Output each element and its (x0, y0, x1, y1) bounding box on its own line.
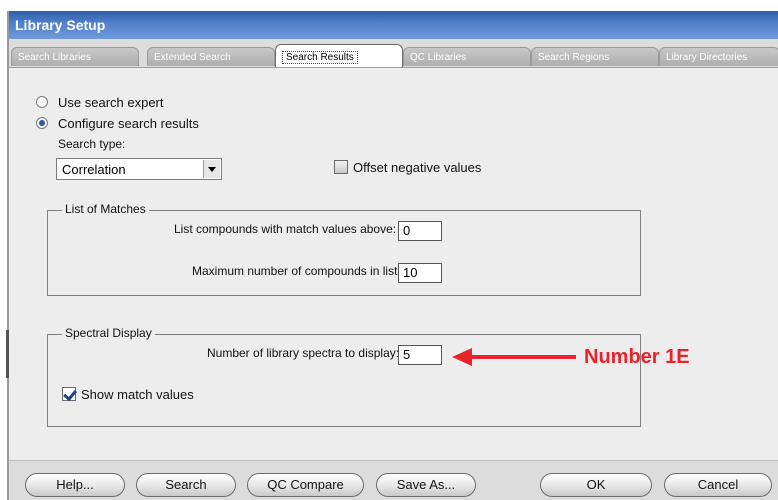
chevron-down-icon[interactable] (203, 160, 220, 178)
tab-strip: Search Libraries Extended Search Search … (9, 39, 778, 68)
help-button[interactable]: Help... (25, 473, 125, 497)
configure-search-results-radio[interactable] (36, 117, 48, 129)
qc-compare-button[interactable]: QC Compare (247, 473, 364, 497)
ok-button[interactable]: OK (540, 473, 652, 497)
configure-search-results-label[interactable]: Configure search results (58, 116, 199, 131)
min-match-label: List compounds with match values above: (174, 222, 397, 236)
tab-search-libraries[interactable]: Search Libraries (11, 47, 139, 66)
search-button[interactable]: Search (136, 473, 236, 497)
tab-extended-search[interactable]: Extended Search (147, 47, 275, 66)
window-title: Library Setup (15, 17, 106, 33)
tab-library-directories[interactable]: Library Directories (659, 47, 778, 66)
title-bar[interactable]: Library Setup (9, 11, 778, 39)
offset-negative-label[interactable]: Offset negative values (353, 160, 481, 175)
min-match-input[interactable]: 0 (398, 221, 442, 241)
search-type-label: Search type: (58, 137, 126, 151)
window-edge-mark (6, 330, 9, 378)
offset-negative-checkbox[interactable] (334, 160, 348, 174)
search-type-value: Correlation (62, 162, 126, 177)
max-compounds-label: Maximum number of compounds in list: (192, 264, 401, 278)
list-of-matches-title: List of Matches (62, 202, 149, 216)
use-search-expert-label[interactable]: Use search expert (58, 95, 164, 110)
tab-search-results[interactable]: Search Results (275, 44, 403, 67)
search-type-select[interactable]: Correlation (56, 158, 222, 180)
save-as-button[interactable]: Save As... (376, 473, 476, 497)
tab-qc-libraries[interactable]: QC Libraries (403, 47, 531, 66)
tab-search-results-label: Search Results (282, 51, 358, 64)
button-bar: Help... Search QC Compare Save As... OK … (9, 460, 778, 500)
annotation-arrow-icon (452, 348, 576, 366)
num-spectra-label: Number of library spectra to display: (207, 346, 400, 360)
show-match-checkbox[interactable] (62, 387, 76, 401)
spectral-display-title: Spectral Display (62, 326, 155, 340)
library-setup-dialog: Library Setup Search Libraries Extended … (7, 11, 778, 500)
tab-search-regions[interactable]: Search Regions (531, 47, 659, 66)
num-spectra-input[interactable]: 5 (398, 345, 442, 365)
cancel-button[interactable]: Cancel (664, 473, 772, 497)
show-match-label[interactable]: Show match values (81, 387, 194, 402)
annotation-label: Number 1E (584, 346, 690, 368)
use-search-expert-radio[interactable] (36, 96, 48, 108)
max-compounds-input[interactable]: 10 (398, 263, 442, 283)
